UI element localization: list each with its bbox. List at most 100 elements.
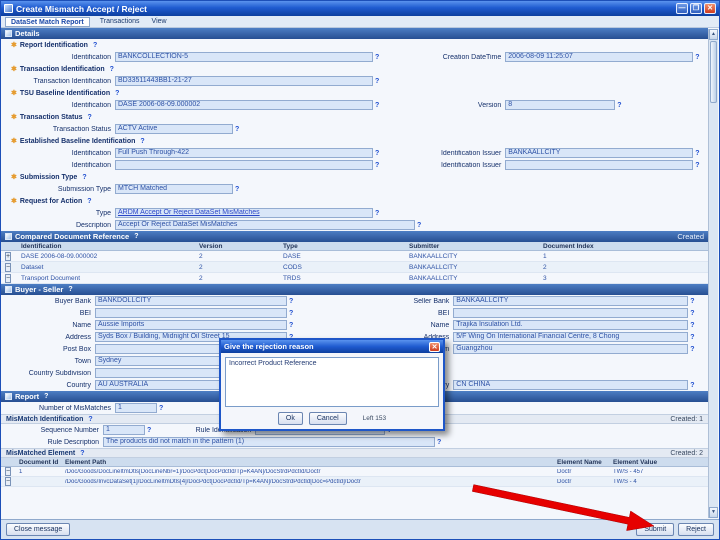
help-icon[interactable]: ? [375,102,379,109]
help-icon[interactable]: ? [80,450,84,457]
help-icon[interactable]: ? [690,346,694,353]
help-icon[interactable]: ? [289,310,293,317]
baseline-identification-field[interactable]: DASE 2006-08-09.000002 [115,100,373,110]
help-icon[interactable]: ? [417,222,421,229]
mismatched-element-title: MisMatched Element [6,449,76,457]
rejection-reason-input[interactable]: Incorrect Product Reference [225,357,439,407]
seller-country-field[interactable]: CN CHINA [453,380,689,390]
cell-element-path: /Doc/Goods/InvcDataSet[1]/DocLineItmDtls… [65,478,361,485]
maximize-button[interactable]: ❐ [690,3,702,14]
table-row[interactable]: − Transport Document 2 TRDS BANKAALLCITY… [1,273,708,284]
cancel-button[interactable]: Cancel [308,411,347,425]
submit-button[interactable]: Submit [636,523,675,536]
dialog-close-button[interactable]: ✕ [429,341,440,352]
buyer-name-field[interactable]: Aussie Imports [95,320,287,330]
help-icon[interactable]: ? [375,78,379,85]
help-icon[interactable]: ? [235,186,239,193]
minimize-button[interactable]: — [676,3,688,14]
help-icon[interactable]: ? [375,54,379,61]
help-icon[interactable]: ? [695,54,699,61]
scroll-up-button[interactable]: ▲ [709,29,718,40]
dialog-buttons: Ok Cancel Left 153 [225,411,439,425]
help-icon[interactable]: ? [690,382,694,389]
collapse-icon[interactable]: − [5,273,12,283]
transaction-status-field[interactable]: ACTV Active [115,124,233,134]
identification-field[interactable]: BANKCOLLECTION-5 [115,52,373,62]
help-icon[interactable]: ? [289,298,293,305]
help-icon[interactable]: ? [690,334,694,341]
table-row[interactable]: − 1 /Doc/Goods/DocLineItmDtls[DocLineNbr… [1,467,708,477]
help-icon[interactable]: ? [44,393,48,400]
help-icon[interactable]: ? [134,233,138,240]
buyer-bank-field[interactable]: BANKDOLLCITY [95,296,287,306]
reject-button[interactable]: Reject [678,523,714,536]
help-icon[interactable]: ? [235,126,239,133]
menu-view[interactable]: View [150,18,169,25]
help-icon[interactable]: ? [690,310,694,317]
help-icon[interactable]: ? [68,286,72,293]
seller-address-field[interactable]: 5/F Wing On International Financial Cent… [453,332,689,342]
type-label: Type [95,209,111,217]
scroll-down-button[interactable]: ▼ [709,507,718,518]
tab-dataset-match-report[interactable]: DataSet Match Report [5,16,90,27]
help-icon[interactable]: ? [437,439,441,446]
dialog-titlebar[interactable]: Give the rejection reason ✕ [221,340,443,353]
help-icon[interactable]: ? [375,210,379,217]
row-transaction-status: Transaction Status ACTV Active ? [1,123,708,135]
identification-field[interactable] [115,160,373,170]
buyer-bei-field[interactable] [95,308,287,318]
col-version: Version [199,242,223,250]
identification-issuer-field[interactable] [505,160,694,170]
help-icon[interactable]: ? [110,66,114,73]
sequence-number-field[interactable]: 1 [103,425,145,435]
help-icon[interactable]: ? [88,114,92,121]
help-icon[interactable]: ? [690,298,694,305]
vertical-scrollbar[interactable]: ▲ ▼ [708,29,718,518]
collapse-icon[interactable]: − [5,477,12,486]
expand-icon[interactable]: + [5,251,12,261]
help-icon[interactable]: ? [690,322,694,329]
table-row[interactable]: − Dataset 2 CODS BANKAALLCITY 2 [1,262,708,273]
mismatch-count-field[interactable]: 1 [115,403,157,413]
type-field[interactable]: ARDM Accept Or Reject DataSet MisMatches [115,208,373,218]
creation-datetime-field[interactable]: 2006-08-09 11:25:07 [505,52,694,62]
close-message-button[interactable]: Close message [6,523,71,536]
row-name: Name Aussie Imports ? Name Trajika Insul… [1,319,708,331]
help-icon[interactable]: ? [115,90,119,97]
help-icon[interactable]: ? [140,138,144,145]
help-icon[interactable]: ? [289,322,293,329]
row-request-type: Type ARDM Accept Or Reject DataSet MisMa… [1,207,708,219]
rule-description-field[interactable]: The products did not match in the patter… [103,437,435,447]
collapse-icon[interactable]: − [5,467,12,476]
help-icon[interactable]: ? [695,150,699,157]
menu-transactions[interactable]: Transactions [98,18,142,25]
help-icon[interactable]: ? [93,42,97,49]
help-icon[interactable]: ? [159,405,163,412]
close-button[interactable]: ✕ [704,3,716,14]
submission-type-field[interactable]: MTCH Matched [115,184,233,194]
help-icon[interactable]: ? [88,416,92,423]
identification-field[interactable]: Full Push Through-422 [115,148,373,158]
seller-bei-field[interactable] [453,308,689,318]
help-icon[interactable]: ? [695,162,699,169]
help-icon[interactable]: ? [375,150,379,157]
seller-town-field[interactable]: Guangzhou [453,344,689,354]
collapse-icon[interactable]: − [5,262,12,272]
help-icon[interactable]: ? [147,427,151,434]
seller-name-field[interactable]: Trajika Insulation Ltd. [453,320,689,330]
help-icon[interactable]: ? [82,174,86,181]
help-icon[interactable]: ? [617,102,621,109]
help-icon[interactable]: ? [87,198,91,205]
table-row[interactable]: + DASE 2006-08-09.000002 2 DASE BANKAALL… [1,251,708,262]
version-field[interactable]: 8 [505,100,616,110]
help-icon[interactable]: ? [375,162,379,169]
seller-bank-field[interactable]: BANKAALLCITY [453,296,689,306]
ok-button[interactable]: Ok [277,411,303,425]
table-row[interactable]: − /Doc/Goods/InvcDataSet[1]/DocLineItmDt… [1,477,708,487]
description-field[interactable]: Accept Or Reject DataSet MisMatches [115,220,415,230]
identification-issuer-field[interactable]: BANKAALLCITY [505,148,694,158]
transaction-identification-field[interactable]: BD33511443BB1-21-27 [115,76,373,86]
section-baseline-identification: ✱ TSU Baseline Identification ? [1,87,708,99]
scrollbar-thumb[interactable] [710,41,717,103]
titlebar[interactable]: Create Mismatch Accept / Reject — ❐ ✕ [1,1,719,16]
